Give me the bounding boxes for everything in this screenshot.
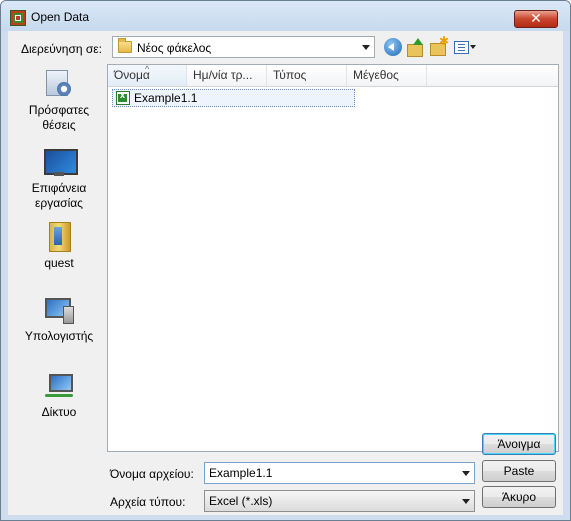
place-label: Υπολογιστής (24, 329, 94, 343)
chevron-down-icon[interactable] (362, 45, 370, 50)
dialog-body: Διερεύνηση σε: Νέος φάκελος Πρόσφατες θέ… (8, 31, 563, 515)
list-item[interactable]: Example1.1 (112, 89, 355, 107)
place-label: Πρόσφατες θέσεις (28, 103, 90, 132)
file-name-label: Όνομα αρχείου: (110, 467, 194, 481)
look-in-value: Νέος φάκελος (137, 41, 212, 55)
open-data-dialog: Open Data ✕ Διερεύνηση σε: Νέος φάκελος … (0, 0, 571, 521)
cancel-button[interactable]: Άκυρο (482, 486, 556, 508)
sort-ascending-icon: ^ (145, 64, 150, 74)
open-button[interactable]: Άνοιγμα (482, 433, 556, 455)
look-in-combobox[interactable]: Νέος φάκελος (112, 36, 375, 58)
file-list[interactable]: ^ Όνομα Ημ/νία τρ... Τύπος Μέγεθος Examp… (107, 64, 559, 452)
file-name-input[interactable] (205, 463, 455, 483)
title-bar[interactable]: Open Data ✕ (1, 1, 570, 31)
column-label: Μέγεθος (353, 68, 399, 82)
up-folder-icon[interactable] (406, 38, 424, 57)
place-user[interactable]: quest (12, 221, 106, 271)
chevron-down-icon[interactable] (462, 499, 470, 504)
column-type[interactable]: Τύπος (267, 65, 347, 86)
back-icon[interactable] (384, 38, 402, 56)
place-label: Δίκτυο (41, 405, 77, 419)
column-header: ^ Όνομα Ημ/νία τρ... Τύπος Μέγεθος (108, 65, 558, 87)
file-name-combobox[interactable] (204, 462, 475, 484)
user-folder-icon (43, 221, 75, 253)
look-in-label: Διερεύνηση σε: (21, 42, 102, 56)
column-name[interactable]: ^ Όνομα (108, 65, 187, 86)
place-network[interactable]: Δίκτυο (12, 370, 106, 420)
app-icon (10, 10, 26, 26)
file-name: Example1.1 (134, 91, 198, 105)
place-label: quest (44, 256, 74, 270)
chevron-down-icon[interactable] (462, 471, 470, 476)
recent-places-icon (43, 68, 75, 100)
excel-file-icon (116, 90, 130, 105)
close-button[interactable]: ✕ (514, 10, 558, 28)
window-title: Open Data (31, 10, 90, 24)
file-type-label: Αρχεία τύπου: (110, 495, 186, 509)
folder-icon (118, 38, 132, 53)
column-date[interactable]: Ημ/νία τρ... (187, 65, 267, 86)
new-folder-icon[interactable] (429, 34, 449, 56)
column-label: Ημ/νία τρ... (193, 68, 253, 82)
column-size[interactable]: Μέγεθος (347, 65, 427, 86)
file-type-value: Excel (*.xls) (209, 494, 273, 508)
file-type-select[interactable]: Excel (*.xls) (204, 490, 475, 512)
place-computer[interactable]: Υπολογιστής (12, 294, 106, 344)
place-label: Επιφάνεια εργασίας (31, 181, 87, 210)
paste-button[interactable]: Paste (482, 460, 556, 482)
place-recent[interactable]: Πρόσφατες θέσεις (12, 68, 106, 133)
place-desktop[interactable]: Επιφάνεια εργασίας (12, 146, 106, 211)
places-bar: Πρόσφατες θέσεις Επιφάνεια εργασίας ques… (12, 64, 106, 452)
views-menu-icon[interactable] (453, 38, 479, 56)
network-icon (43, 370, 75, 402)
desktop-icon (43, 146, 78, 178)
computer-icon (43, 294, 75, 326)
column-label: Τύπος (273, 68, 307, 82)
